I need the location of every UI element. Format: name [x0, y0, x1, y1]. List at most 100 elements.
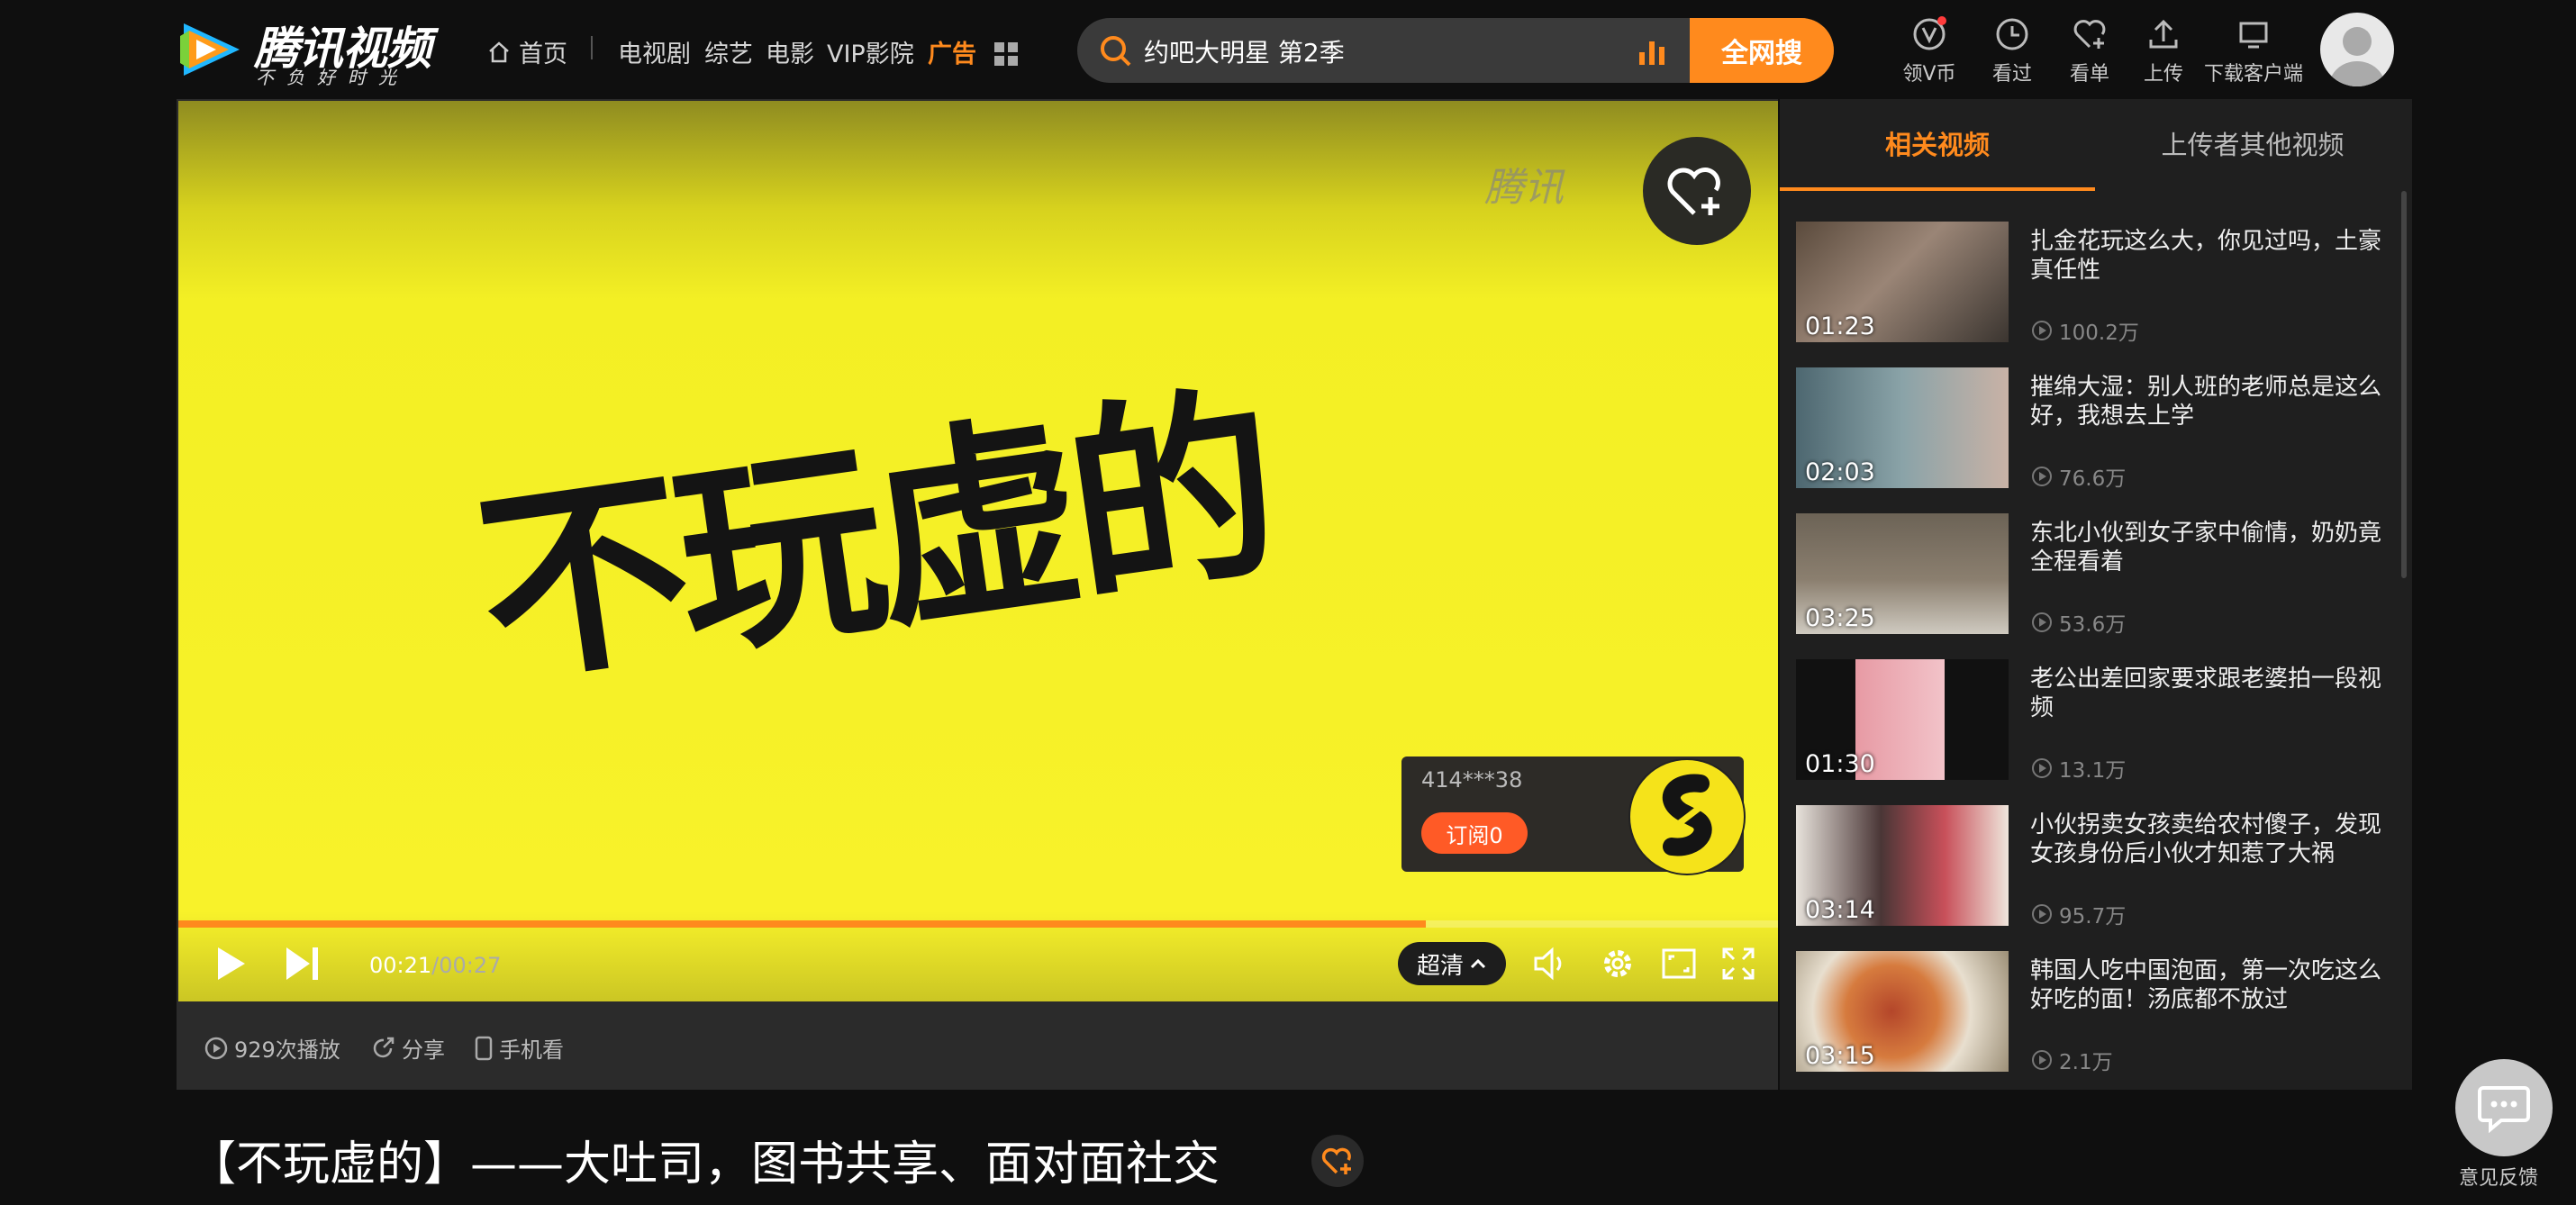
video-caption: 不玩虚的: [465, 362, 1284, 714]
video-views: 95.7万: [2030, 899, 2126, 929]
play-circle-icon: [204, 1037, 228, 1059]
clock-icon: [1996, 18, 2028, 50]
uploader-avatar[interactable]: [1628, 758, 1746, 875]
nav-home-label: 首页: [519, 41, 567, 68]
chevron-up-icon: [1470, 958, 1486, 969]
nav-item-vip[interactable]: VIP影院: [827, 34, 914, 69]
quality-label: 超清: [1416, 952, 1464, 980]
video-views: 13.1万: [2030, 753, 2126, 784]
download-client-button[interactable]: 下载客户端: [2198, 16, 2309, 86]
video-duration: 02:03: [1805, 458, 1875, 486]
monitor-icon: [2239, 22, 2268, 49]
tencent-video-logo-icon[interactable]: [177, 18, 247, 81]
nav-home[interactable]: 首页: [486, 34, 567, 69]
volume-icon: [1534, 947, 1562, 981]
related-video-item[interactable]: 03:15 韩国人吃中国泡面，第一次吃这么好吃的面！汤底都不放过 2.1万: [1796, 951, 2381, 1077]
play-count-label: 929次播放: [234, 1037, 340, 1063]
next-icon: [286, 947, 318, 980]
nav-item-movie[interactable]: 电影: [766, 34, 814, 69]
sidebar-scrollbar[interactable]: [2401, 191, 2407, 578]
video-duration: 03:14: [1805, 896, 1875, 924]
play-icon: [218, 947, 245, 980]
video-views: 76.6万: [2030, 461, 2126, 492]
time-total: 00:27: [439, 953, 502, 978]
nav-item-variety[interactable]: 综艺: [704, 34, 753, 69]
view-count: 53.6万: [2059, 613, 2127, 637]
video-title[interactable]: 老公出差回家要求跟老婆拍一段视频: [2030, 665, 2381, 722]
related-video-item[interactable]: 01:23 扎金花玩这么大，你见过吗，土豪真任性 100.2万: [1796, 222, 2381, 348]
next-button[interactable]: [276, 937, 330, 991]
view-count: 13.1万: [2059, 759, 2127, 783]
view-count: 2.1万: [2059, 1051, 2113, 1074]
nav-item-tv[interactable]: 电视剧: [618, 34, 691, 69]
web-fullscreen-icon: [1662, 948, 1696, 979]
related-video-item[interactable]: 03:25 东北小伙到女子家中偷情，奶奶竟全程看着 53.6万: [1796, 513, 2381, 639]
heart-plus-icon: [1321, 1147, 1351, 1174]
settings-button[interactable]: [1591, 937, 1645, 991]
related-video-item[interactable]: 03:14 小伙拐卖女孩卖给农村傻子，发现女孩身份后小伙才知惹了大祸 95.7万: [1796, 805, 2381, 931]
view-count: 100.2万: [2059, 322, 2139, 345]
more-grid-icon[interactable]: [994, 42, 1018, 66]
share-label: 分享: [402, 1037, 445, 1063]
play-circle-icon: [2032, 904, 2052, 924]
play-count: 929次播放: [204, 1032, 340, 1064]
quality-selector[interactable]: 超清: [1398, 942, 1506, 985]
share-button[interactable]: 分享: [371, 1032, 445, 1064]
video-title[interactable]: 韩国人吃中国泡面，第一次吃这么好吃的面！汤底都不放过: [2030, 956, 2381, 1014]
hot-chart-icon[interactable]: [1637, 36, 1666, 67]
upload-button[interactable]: 上传: [2124, 16, 2203, 86]
watermark: 腾讯: [1484, 165, 1564, 211]
view-count: 95.7万: [2059, 905, 2127, 929]
subscribe-button[interactable]: 订阅0: [1421, 812, 1528, 854]
user-avatar[interactable]: [2320, 13, 2394, 86]
related-video-item[interactable]: 01:30 老公出差回家要求跟老婆拍一段视频 13.1万: [1796, 659, 2381, 785]
gear-icon: [1604, 950, 1631, 977]
video-title[interactable]: 小伙拐卖女孩卖给农村傻子，发现女孩身份后小伙才知惹了大祸: [2030, 811, 2381, 868]
tab-uploader-videos[interactable]: 上传者其他视频: [2095, 124, 2410, 162]
history-button[interactable]: 看过: [1973, 16, 2052, 86]
time-display: 00:21/00:27: [369, 953, 501, 978]
view-count: 76.6万: [2059, 467, 2127, 491]
web-fullscreen-button[interactable]: [1652, 937, 1706, 991]
top-header: 腾讯视频 不负好时光 首页 电视剧 综艺 电影 VIP影院 广告 全网搜 领V币…: [0, 0, 2576, 99]
search-icon: [1101, 36, 1131, 67]
mobile-watch-button[interactable]: 手机看: [474, 1032, 564, 1064]
favorite-button[interactable]: [1311, 1135, 1364, 1187]
search-button[interactable]: 全网搜: [1690, 18, 1834, 83]
history-label: 看过: [1991, 63, 2032, 86]
video-duration: 01:23: [1805, 313, 1875, 340]
progress-bar[interactable]: [178, 920, 1778, 928]
play-circle-icon: [2032, 1050, 2052, 1070]
phone-icon: [475, 1036, 493, 1060]
watchlist-button[interactable]: 看单: [2050, 16, 2129, 86]
vcoin-label: 领V币: [1902, 63, 1956, 86]
tab-related-videos[interactable]: 相关视频: [1780, 124, 2095, 162]
play-button[interactable]: [204, 937, 258, 991]
vcoin-icon: [1913, 16, 1946, 50]
fullscreen-icon: [1722, 947, 1755, 980]
uploader-card: 414***38 订阅0: [1401, 757, 1746, 875]
uploader-name[interactable]: 414***38: [1421, 767, 1522, 793]
video-views: 2.1万: [2030, 1045, 2113, 1075]
active-tab-indicator: [1780, 187, 2095, 191]
home-icon: [489, 41, 509, 62]
add-to-watchlist-button[interactable]: [1643, 137, 1751, 245]
search-bar: 全网搜: [1077, 18, 1834, 83]
vcoin-button[interactable]: 领V币: [1890, 16, 1969, 86]
video-title[interactable]: 摧绵大湿：别人班的老师总是这么好，我想去上学: [2030, 373, 2381, 430]
feedback-button[interactable]: [2455, 1059, 2553, 1156]
search-input[interactable]: [1142, 18, 1614, 83]
play-circle-icon: [2032, 612, 2052, 632]
play-circle-icon: [2032, 467, 2052, 486]
video-duration: 03:15: [1805, 1042, 1875, 1070]
nav-item-ad[interactable]: 广告: [928, 34, 976, 69]
volume-button[interactable]: [1524, 937, 1578, 991]
fullscreen-button[interactable]: [1711, 937, 1765, 991]
video-title[interactable]: 东北小伙到女子家中偷情，奶奶竟全程看着: [2030, 519, 2381, 576]
download-client-label: 下载客户端: [2203, 63, 2303, 86]
feedback-label: 意见反馈: [2459, 1167, 2539, 1190]
time-current: 00:21: [369, 953, 432, 978]
related-video-item[interactable]: 02:03 摧绵大湿：别人班的老师总是这么好，我想去上学 76.6万: [1796, 367, 2381, 494]
play-circle-icon: [2032, 321, 2052, 340]
video-title[interactable]: 扎金花玩这么大，你见过吗，土豪真任性: [2030, 227, 2381, 285]
